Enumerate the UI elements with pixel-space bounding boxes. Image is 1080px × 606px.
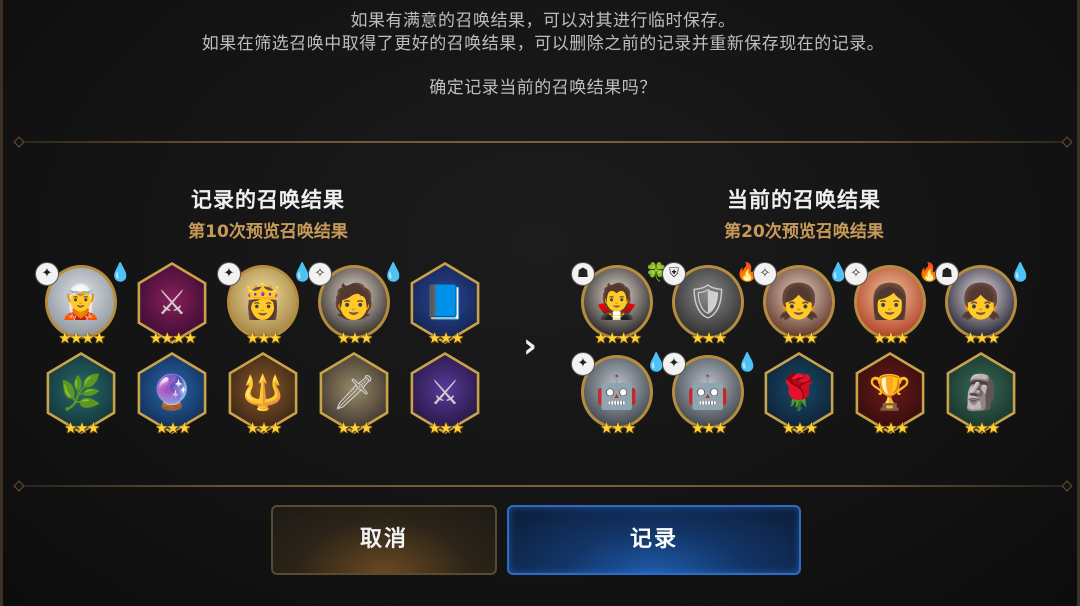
soul-weaver-class-icon: ✦ [662, 352, 686, 376]
ice-element-icon: 💧 [382, 262, 405, 283]
current-artifact-card[interactable]: 🗿 ★★★ [941, 352, 1021, 437]
dark-haired-boy-icon: 🧑 [332, 282, 376, 322]
star-rating: ★★★ [690, 329, 727, 347]
black-haired-man-icon: 🧛 [595, 282, 639, 322]
recorded-artifact-card[interactable]: 📘 ★★★ [405, 262, 485, 347]
star-rating: ★★★ [872, 419, 909, 437]
soul-weaver-class-icon: ✦ [35, 262, 59, 286]
silver-haired-girl-icon: 🧝 [59, 282, 103, 322]
green-wreath-icon: 🌿 [59, 373, 103, 413]
record-button[interactable]: 记录 [507, 505, 801, 575]
fire-element-icon: 🔥 [918, 262, 941, 283]
mage-class-icon: ✧ [308, 262, 332, 286]
recorded-artifact-card[interactable]: ⚔ ★★★ [405, 352, 485, 437]
star-rating: ★★★ [245, 329, 282, 347]
red-haired-girl-icon: 👩 [868, 282, 912, 322]
recorded-artifact-card[interactable]: 🔮 ★★★ [132, 352, 212, 437]
star-rating: ★★★ [336, 419, 373, 437]
blonde-girl-icon: 👸 [241, 282, 285, 322]
recorded-hero-card[interactable]: 👸 ✦ 💧 ★★★ [217, 262, 313, 347]
fire-element-icon: 🔥 [736, 262, 759, 283]
ice-element-icon: 💧 [827, 262, 850, 283]
current-hero-card[interactable]: 👧 ✧ 💧 ★★★ [753, 262, 849, 347]
earth-element-icon: 🍀 [645, 262, 668, 283]
star-rating: ★★★ [427, 419, 464, 437]
bottom-divider [19, 485, 1067, 487]
ice-element-icon: 💧 [736, 352, 759, 373]
star-rating: ★★★ [599, 419, 636, 437]
current-artifact-card[interactable]: 🌹 ★★★ [759, 352, 839, 437]
star-rating: ★★★ [690, 419, 727, 437]
star-rating: ★★★★ [594, 329, 642, 347]
blue-book-icon: 📘 [423, 283, 467, 323]
dark-haired-girl-icon: 👧 [959, 282, 1003, 322]
star-rating: ★★★ [154, 419, 191, 437]
info-line-1: 如果有满意的召唤结果，可以对其进行临时保存。 [350, 11, 736, 31]
golden-trident-icon: 🔱 [241, 373, 285, 413]
star-rating: ★★★ [963, 329, 1000, 347]
current-artifact-card[interactable]: 🏆 ★★★ [850, 352, 930, 437]
knight-class-icon: ⛨ [662, 262, 686, 286]
purple-blade-icon: ⚔ [429, 373, 461, 413]
brown-haired-girl-icon: 👧 [777, 282, 821, 322]
ice-element-icon: 💧 [109, 262, 132, 283]
mage-class-icon: ✧ [753, 262, 777, 286]
star-rating: ★★★ [336, 329, 373, 347]
crimson-weapon-icon: ⚔ [156, 283, 188, 323]
robot-knight-icon: 🤖 [686, 372, 730, 412]
current-title: 当前的召唤结果 [727, 188, 881, 212]
star-rating: ★★★ [63, 419, 100, 437]
recorded-artifact-card[interactable]: 🌿 ★★★ [41, 352, 121, 437]
star-rating: ★★★ [781, 329, 818, 347]
star-rating: ★★★ [963, 419, 1000, 437]
summon-record-dialog: 如果有满意的召唤结果，可以对其进行临时保存。 如果在筛选召唤中取得了更好的召唤结… [0, 0, 1080, 606]
current-hero-card[interactable]: 🤖 ✦ 💧 ★★★ [662, 352, 758, 437]
recorded-artifact-card[interactable]: ⚔ ★★★★ [132, 262, 212, 347]
confirm-question: 确定记录当前的召唤结果吗？ [429, 78, 657, 98]
star-rating: ★★★ [872, 329, 909, 347]
star-rating: ★★★★ [58, 329, 106, 347]
current-hero-card[interactable]: 👧 ☗ 💧 ★★★ [935, 262, 1031, 347]
star-rating: ★★★ [781, 419, 818, 437]
recorded-hero-card[interactable]: 🧝 ✦ 💧 ★★★★ [35, 262, 131, 347]
current-hero-card[interactable]: 👩 ✧ 🔥 ★★★ [844, 262, 940, 347]
recorded-subtitle: 第10次预览召唤结果 [188, 222, 348, 242]
star-rating: ★★★ [245, 419, 282, 437]
current-hero-card[interactable]: 🧛 ☗ 🍀 ★★★★ [571, 262, 667, 347]
thief-class-icon: ☗ [571, 262, 595, 286]
rose-icon: 🌹 [777, 373, 821, 413]
soul-weaver-class-icon: ✦ [217, 262, 241, 286]
current-subtitle: 第20次预览召唤结果 [724, 222, 884, 242]
soul-weaver-class-icon: ✦ [571, 352, 595, 376]
armored-knight-icon: 🛡 [686, 282, 730, 322]
top-divider [19, 141, 1067, 143]
recorded-title: 记录的召唤结果 [191, 188, 345, 212]
star-rating: ★★★ [427, 329, 464, 347]
star-rating: ★★★★ [149, 329, 197, 347]
robot-knight-icon: 🤖 [595, 372, 639, 412]
info-line-2: 如果在筛选召唤中取得了更好的召唤结果，可以删除之前的记录并重新保存现在的记录。 [201, 34, 885, 54]
ice-element-icon: 💧 [1009, 262, 1032, 283]
ice-element-icon: 💧 [645, 352, 668, 373]
thief-class-icon: ☗ [935, 262, 959, 286]
golden-sword-icon: 🗡 [332, 373, 376, 413]
current-hero-card[interactable]: 🛡 ⛨ 🔥 ★★★ [662, 262, 758, 347]
recorded-hero-card[interactable]: 🧑 ✧ 💧 ★★★ [308, 262, 404, 347]
recorded-artifact-card[interactable]: 🔱 ★★★ [223, 352, 303, 437]
cancel-button[interactable]: 取消 [271, 505, 497, 575]
blue-orb-staff-icon: 🔮 [150, 373, 194, 413]
current-hero-card[interactable]: 🤖 ✦ 💧 ★★★ [571, 352, 667, 437]
wooden-totem-icon: 🗿 [959, 373, 1003, 413]
recorded-artifact-card[interactable]: 🗡 ★★★ [314, 352, 394, 437]
chevron-right-icon: › [523, 326, 538, 366]
ice-element-icon: 💧 [291, 262, 314, 283]
golden-chalice-icon: 🏆 [868, 373, 912, 413]
mage-class-icon: ✧ [844, 262, 868, 286]
